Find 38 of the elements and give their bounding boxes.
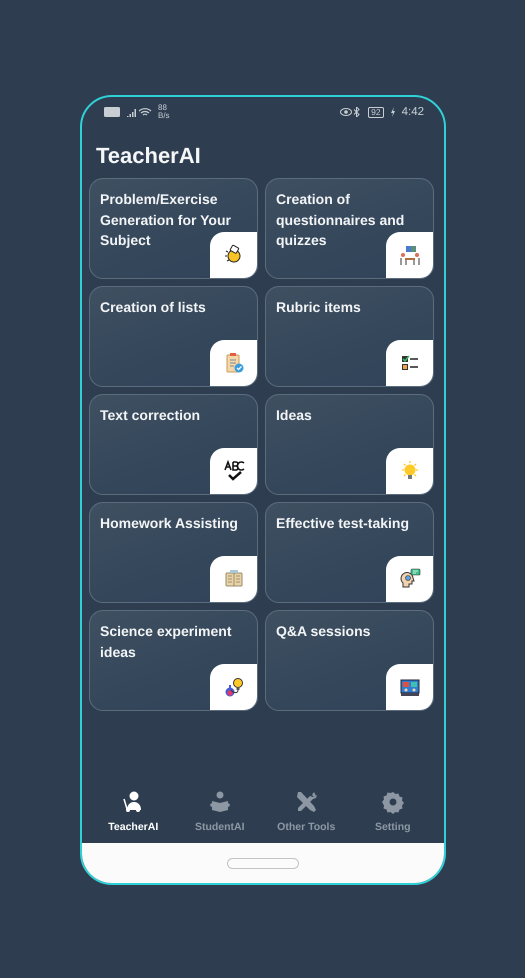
tool-card[interactable]: Text correction bbox=[89, 394, 258, 495]
card-title: Ideas bbox=[276, 406, 313, 425]
tool-card[interactable]: Rubric items bbox=[265, 286, 434, 387]
tool-card[interactable]: Ideas bbox=[265, 394, 434, 495]
battery-level: 92 bbox=[368, 106, 384, 118]
eye-bluetooth-icon bbox=[340, 107, 362, 117]
card-title: Creation of questionnaires and quizzes bbox=[276, 190, 406, 250]
clock-time: 4:42 bbox=[402, 106, 424, 118]
student-reading-icon bbox=[208, 790, 232, 814]
nav-tab[interactable]: Other Tools bbox=[277, 790, 336, 833]
nav-tab[interactable]: TeacherAI bbox=[108, 790, 158, 833]
app-title: TeacherAI bbox=[96, 142, 202, 170]
card-title: Problem/Exercise Generation for Your Subject bbox=[100, 190, 232, 250]
card-title: Science experiment ideas bbox=[100, 622, 233, 662]
settings-icon bbox=[380, 790, 405, 814]
card-title: Effective test-taking bbox=[276, 514, 410, 533]
tool-card[interactable]: Science experiment ideas bbox=[89, 610, 258, 711]
charging-icon bbox=[390, 107, 396, 117]
network-speed: 88 bbox=[158, 104, 168, 112]
home-indicator[interactable] bbox=[227, 858, 299, 868]
card-title: Homework Assisting bbox=[100, 514, 239, 533]
nav-tab[interactable]: StudentAI bbox=[194, 790, 245, 833]
tools-icon bbox=[294, 790, 318, 814]
tool-card[interactable]: Q&A sessions bbox=[265, 610, 434, 711]
card-title: Rubric items bbox=[276, 298, 362, 317]
spellcheck-icon bbox=[222, 459, 246, 483]
tool-card[interactable]: Creation of lists bbox=[89, 286, 258, 387]
card-title: Text correction bbox=[100, 406, 202, 425]
tool-card[interactable]: Problem/Exercise Generation for Your Subject bbox=[89, 178, 258, 279]
tool-card[interactable]: Creation of questionnaires and quizzes bbox=[265, 178, 434, 279]
nav-tab[interactable]: Setting bbox=[374, 790, 411, 833]
card-title: Q&A sessions bbox=[276, 622, 372, 641]
network-speed-unit: B/s bbox=[158, 112, 170, 120]
card-title: Creation of lists bbox=[100, 298, 207, 317]
tool-card[interactable]: Effective test-taking bbox=[265, 502, 434, 603]
signal-wifi-icon bbox=[126, 107, 152, 117]
tool-card[interactable]: Homework Assisting bbox=[89, 502, 258, 603]
meeting-icon bbox=[398, 243, 422, 267]
